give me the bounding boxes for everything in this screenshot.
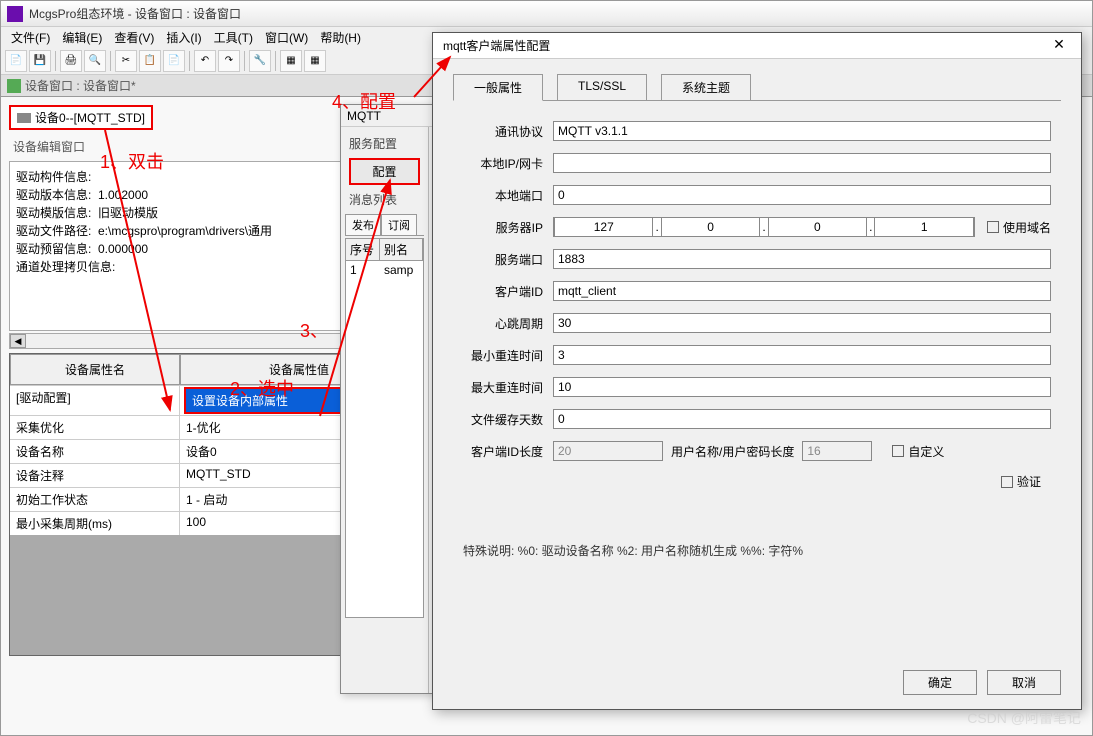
ip-seg-1[interactable] — [554, 217, 653, 237]
device-entry[interactable]: 设备0--[MQTT_STD] — [9, 105, 153, 130]
tb-cut-icon[interactable]: ✂ — [115, 50, 137, 72]
mqtt-title-text: MQTT — [347, 109, 381, 123]
tb-new-icon[interactable]: 📄 — [5, 50, 27, 72]
menu-tools[interactable]: 工具(T) — [208, 27, 259, 48]
tb-save-icon[interactable]: 💾 — [29, 50, 51, 72]
ip-seg-3[interactable] — [768, 217, 867, 237]
server-port-input[interactable] — [553, 249, 1051, 269]
app-title: McgsPro组态环境 - 设备窗口 : 设备窗口 — [29, 5, 1086, 22]
tb-grid1-icon[interactable]: ▦ — [280, 50, 302, 72]
tb-copy-icon[interactable]: 📋 — [139, 50, 161, 72]
label-heartbeat: 心跳周期 — [463, 315, 553, 332]
label-user-pwd-len: 用户名称/用户密码长度 — [671, 443, 794, 460]
close-button[interactable]: ✕ — [1047, 36, 1071, 56]
tb-redo-icon[interactable]: ↷ — [218, 50, 240, 72]
col-property-name: 设备属性名 — [10, 354, 180, 385]
protocol-select[interactable]: MQTT v3.1.1 — [553, 121, 1051, 141]
ip-seg-4[interactable] — [874, 217, 973, 237]
tb-print-icon[interactable]: 🖨 — [60, 50, 82, 72]
heartbeat-input[interactable] — [553, 313, 1051, 333]
min-reconn-input[interactable] — [553, 345, 1051, 365]
verify-checkbox[interactable]: 验证 — [1001, 473, 1041, 490]
cache-days-input[interactable] — [553, 409, 1051, 429]
server-ip-input[interactable]: . . . — [553, 217, 975, 237]
use-domain-checkbox[interactable]: 使用域名 — [987, 219, 1051, 236]
client-id-input[interactable] — [553, 281, 1051, 301]
local-ip-input[interactable] — [553, 153, 1051, 173]
tb-grid2-icon[interactable]: ▦ — [304, 50, 326, 72]
tab-tls[interactable]: TLS/SSL — [557, 74, 647, 101]
device-name: 设备0--[MQTT_STD] — [35, 109, 145, 126]
label-protocol: 通讯协议 — [463, 123, 553, 140]
label-local-port: 本地端口 — [463, 187, 553, 204]
menu-window[interactable]: 窗口(W) — [259, 27, 314, 48]
client-id-len-input — [553, 441, 663, 461]
service-config-label: 服务配置 — [341, 133, 428, 154]
tab-publish[interactable]: 发布 — [345, 214, 381, 235]
label-min-reconn: 最小重连时间 — [463, 347, 553, 364]
menu-edit[interactable]: 编辑(E) — [56, 27, 108, 48]
label-client-id-len: 客户端ID长度 — [463, 443, 553, 460]
message-table: 序号 别名 1 samp — [345, 238, 424, 618]
custom-checkbox[interactable]: 自定义 — [892, 443, 944, 460]
col-alias: 别名 — [380, 239, 423, 260]
label-max-reconn: 最大重连时间 — [463, 379, 553, 396]
label-client-id: 客户端ID — [463, 283, 553, 300]
tab-subscribe[interactable]: 订阅 — [381, 214, 417, 235]
scroll-left-icon[interactable]: ◀ — [10, 334, 26, 348]
menu-help[interactable]: 帮助(H) — [314, 27, 367, 48]
local-port-input[interactable] — [553, 185, 1051, 205]
user-pwd-len-input — [802, 441, 872, 461]
tab-general[interactable]: 一般属性 — [453, 74, 543, 101]
watermark: CSDN @阿雷笔记 — [967, 708, 1081, 728]
menu-file[interactable]: 文件(F) — [5, 27, 56, 48]
max-reconn-input[interactable] — [553, 377, 1051, 397]
device-icon — [17, 113, 31, 123]
special-note: 特殊说明: %0: 驱动设备名称 %2: 用户名称随机生成 %%: 字符% — [463, 542, 1051, 559]
tab-system-topic[interactable]: 系统主题 — [661, 74, 751, 101]
sub-tab-label[interactable]: 设备窗口 : 设备窗口* — [25, 77, 136, 94]
publish-subscribe-tabs: 发布 订阅 — [345, 214, 424, 236]
dialog-tabs: 一般属性 TLS/SSL 系统主题 — [453, 73, 1061, 100]
table-row[interactable]: 1 samp — [346, 261, 423, 279]
dialog-titlebar: mqtt客户端属性配置 ✕ — [433, 33, 1081, 59]
col-index: 序号 — [346, 239, 380, 260]
dialog-title: mqtt客户端属性配置 — [443, 37, 550, 54]
config-button[interactable]: 配置 — [349, 158, 420, 185]
tb-tools-icon[interactable]: 🔧 — [249, 50, 271, 72]
app-icon — [7, 6, 23, 22]
ip-seg-2[interactable] — [661, 217, 760, 237]
msg-list-label: 消息列表 — [341, 189, 428, 210]
tb-paste-icon[interactable]: 📄 — [163, 50, 185, 72]
mqtt-config-dialog: mqtt客户端属性配置 ✕ 一般属性 TLS/SSL 系统主题 通讯协议 MQT… — [432, 32, 1082, 710]
ok-button[interactable]: 确定 — [903, 670, 977, 695]
tb-undo-icon[interactable]: ↶ — [194, 50, 216, 72]
config-form: 通讯协议 MQTT v3.1.1 本地IP/网卡 本地端口 服务器IP . . … — [433, 101, 1081, 522]
label-local-ip: 本地IP/网卡 — [463, 155, 553, 172]
titlebar: McgsPro组态环境 - 设备窗口 : 设备窗口 — [1, 1, 1092, 27]
label-server-ip: 服务器IP — [463, 219, 553, 236]
cancel-button[interactable]: 取消 — [987, 670, 1061, 695]
label-cache-days: 文件缓存天数 — [463, 411, 553, 428]
menu-insert[interactable]: 插入(I) — [160, 27, 207, 48]
menu-view[interactable]: 查看(V) — [108, 27, 160, 48]
tab-icon — [7, 79, 21, 93]
tb-preview-icon[interactable]: 🔍 — [84, 50, 106, 72]
mqtt-sidebar: 服务配置 配置 消息列表 发布 订阅 序号 别名 1 samp — [341, 127, 429, 693]
label-server-port: 服务端口 — [463, 251, 553, 268]
